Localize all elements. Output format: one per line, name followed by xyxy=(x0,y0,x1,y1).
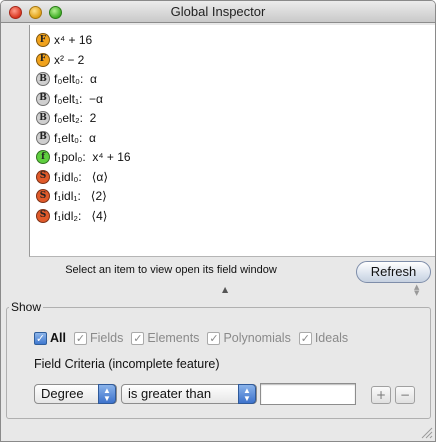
item-type-icon: S xyxy=(36,189,50,203)
list-item[interactable]: f f₁pol₀: x⁴ + 16 xyxy=(36,148,131,166)
refresh-button[interactable]: Refresh xyxy=(356,261,431,283)
list-item[interactable]: Bf₀elt₀: α xyxy=(36,70,97,88)
filter-checkbox-row: ✓ All ✓ Fields ✓ Elements ✓ Polynomials … xyxy=(34,331,356,345)
item-type-icon: F xyxy=(36,52,50,67)
item-type-icon: B xyxy=(36,91,50,106)
checkbox-ideals-label: Ideals xyxy=(314,331,349,345)
list-item-label: f₁idl₀: ⟨α⟩ xyxy=(54,169,109,184)
item-type-icon: S xyxy=(36,208,50,223)
list-item-label: f₁idl₁: ⟨2⟩ xyxy=(54,189,107,203)
item-type-icon: B xyxy=(36,130,50,145)
checkmark-icon: ✓ xyxy=(131,331,145,345)
checkbox-fields[interactable]: ✓ Fields xyxy=(73,331,124,345)
list-item-label: f₁idl₂: ⟨4⟩ xyxy=(54,208,108,223)
criteria-value-input[interactable] xyxy=(260,383,356,405)
updown-arrows-icon: ▲ ▼ xyxy=(98,384,116,404)
checkbox-polynomials[interactable]: ✓ Polynomials xyxy=(207,331,291,345)
status-message: Select an item to view open its field wi… xyxy=(65,264,277,276)
criteria-operator-value: is greater than xyxy=(128,386,212,401)
item-type-icon: F xyxy=(36,33,50,47)
item-type-icon: S xyxy=(36,169,50,184)
checkmark-icon: ✓ xyxy=(34,331,47,345)
list-item[interactable]: Sf₁idl₂: ⟨4⟩ xyxy=(36,207,107,225)
checkbox-all[interactable]: ✓ All xyxy=(34,331,66,345)
checkbox-ideals[interactable]: ✓ Ideals xyxy=(298,331,349,345)
checkmark-icon: ✓ xyxy=(298,331,312,345)
title-bar[interactable]: Global Inspector xyxy=(1,1,435,23)
list-item-label: f₀elt₁: −α xyxy=(54,91,103,106)
list-item[interactable]: Sf₁idl₁: ⟨2⟩ xyxy=(36,187,107,205)
checkbox-polynomials-label: Polynomials xyxy=(223,331,291,345)
list-item-label: x² − 2 xyxy=(54,52,85,67)
list-item[interactable]: Fx⁴ + 16 xyxy=(36,31,92,49)
checkbox-all-label: All xyxy=(50,331,66,345)
global-inspector-window: Global Inspector Fx⁴ + 16 Fx² − 2 Bf₀elt₀:… xyxy=(0,0,436,442)
list-item-label: f₁pol₀: x⁴ + 16 xyxy=(54,150,131,164)
list-item-label: x⁴ + 16 xyxy=(54,33,93,47)
list-item-label: f₁elt₀: α xyxy=(54,130,96,145)
list-item[interactable]: Bf₀elt₂: 2 xyxy=(36,109,96,127)
window-title: Global Inspector xyxy=(170,4,266,19)
criteria-field-popup[interactable]: Degree ▲ ▼ xyxy=(34,384,117,404)
field-criteria-label: Field Criteria (incomplete feature) xyxy=(34,357,220,371)
list-item[interactable]: Bf₁elt₀: α xyxy=(36,129,96,147)
criteria-field-value: Degree xyxy=(41,386,84,401)
inspector-item-list[interactable]: Fx⁴ + 16 Fx² − 2 Bf₀elt₀: α Bf₀elt₁: −α Bf₀e… xyxy=(29,25,435,257)
criteria-operator-popup[interactable]: is greater than ▲ ▼ xyxy=(121,384,257,404)
checkbox-fields-label: Fields xyxy=(89,331,124,345)
resize-grip-icon[interactable] xyxy=(419,425,433,439)
splitter-handle-icon[interactable]: ▲ xyxy=(222,285,228,294)
list-item[interactable]: Sf₁idl₀: ⟨α⟩ xyxy=(36,168,108,186)
scroll-arrows-icon[interactable]: ▲ ▼ xyxy=(414,284,419,297)
checkmark-icon: ✓ xyxy=(73,331,87,345)
item-type-icon: B xyxy=(36,72,50,86)
item-type-icon: B xyxy=(36,111,50,125)
updown-arrows-icon: ▲ ▼ xyxy=(238,384,256,404)
list-item-label: f₀elt₀: α xyxy=(54,72,97,86)
list-item[interactable]: Bf₀elt₁: −α xyxy=(36,90,103,108)
add-criteria-button[interactable]: + xyxy=(371,386,391,404)
item-type-icon: f xyxy=(36,150,50,164)
list-item-label: f₀elt₂: 2 xyxy=(54,111,97,125)
checkbox-elements-label: Elements xyxy=(147,331,200,345)
list-item[interactable]: Fx² − 2 xyxy=(36,51,84,69)
checkmark-icon: ✓ xyxy=(207,331,221,345)
remove-criteria-button[interactable]: − xyxy=(395,386,415,404)
show-group-title: Show xyxy=(9,300,44,314)
checkbox-elements[interactable]: ✓ Elements xyxy=(131,331,199,345)
